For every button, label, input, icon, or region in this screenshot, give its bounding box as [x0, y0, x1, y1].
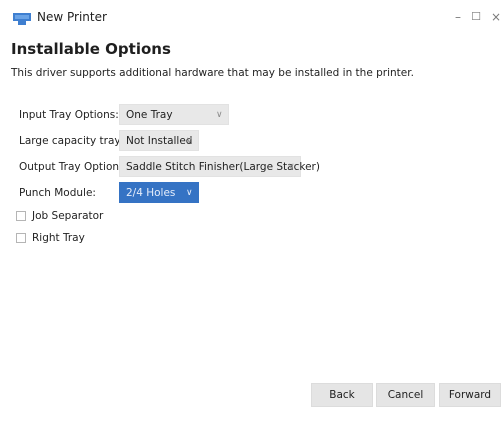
- punch-module-combo[interactable]: 2/4 Holes ∨: [119, 182, 199, 203]
- output-tray-label: Output Tray Options:: [19, 161, 129, 173]
- job-separator-checkbox[interactable]: [16, 211, 26, 221]
- forward-button[interactable]: Forward: [439, 383, 501, 407]
- large-capacity-value: Not Installed: [126, 135, 193, 147]
- title-bar: New Printer – ☐ ×: [0, 0, 504, 34]
- right-tray-checkbox-row[interactable]: Right Tray: [16, 232, 85, 244]
- job-separator-label: Job Separator: [32, 210, 104, 222]
- printer-icon: [13, 13, 31, 25]
- large-capacity-combo[interactable]: Not Installed ∨: [119, 130, 199, 151]
- input-tray-label: Input Tray Options:: [19, 109, 119, 121]
- punch-module-value: 2/4 Holes: [126, 187, 176, 199]
- large-capacity-label: Large capacity tray:: [19, 135, 124, 147]
- close-button[interactable]: ×: [487, 8, 504, 26]
- output-tray-combo[interactable]: Saddle Stitch Finisher(Large Stacker) ∨: [119, 156, 320, 177]
- input-tray-combo[interactable]: One Tray ∨: [119, 104, 229, 125]
- minimize-button[interactable]: –: [449, 8, 467, 26]
- chevron-down-icon: ∨: [186, 136, 193, 146]
- maximize-button[interactable]: ☐: [467, 8, 485, 26]
- job-separator-checkbox-row[interactable]: Job Separator: [16, 210, 103, 222]
- window-title: New Printer: [37, 10, 107, 24]
- punch-module-label: Punch Module:: [19, 187, 96, 199]
- chevron-down-icon: ∨: [186, 188, 193, 198]
- right-tray-checkbox[interactable]: [16, 233, 26, 243]
- chevron-down-icon: ∨: [216, 110, 223, 120]
- page-description: This driver supports additional hardware…: [11, 67, 414, 79]
- back-button[interactable]: Back: [311, 383, 373, 407]
- page-title: Installable Options: [11, 40, 171, 58]
- cancel-button[interactable]: Cancel: [376, 383, 435, 407]
- input-tray-value: One Tray: [126, 109, 173, 121]
- right-tray-label: Right Tray: [32, 232, 85, 244]
- chevron-down-icon: ∨: [288, 162, 295, 172]
